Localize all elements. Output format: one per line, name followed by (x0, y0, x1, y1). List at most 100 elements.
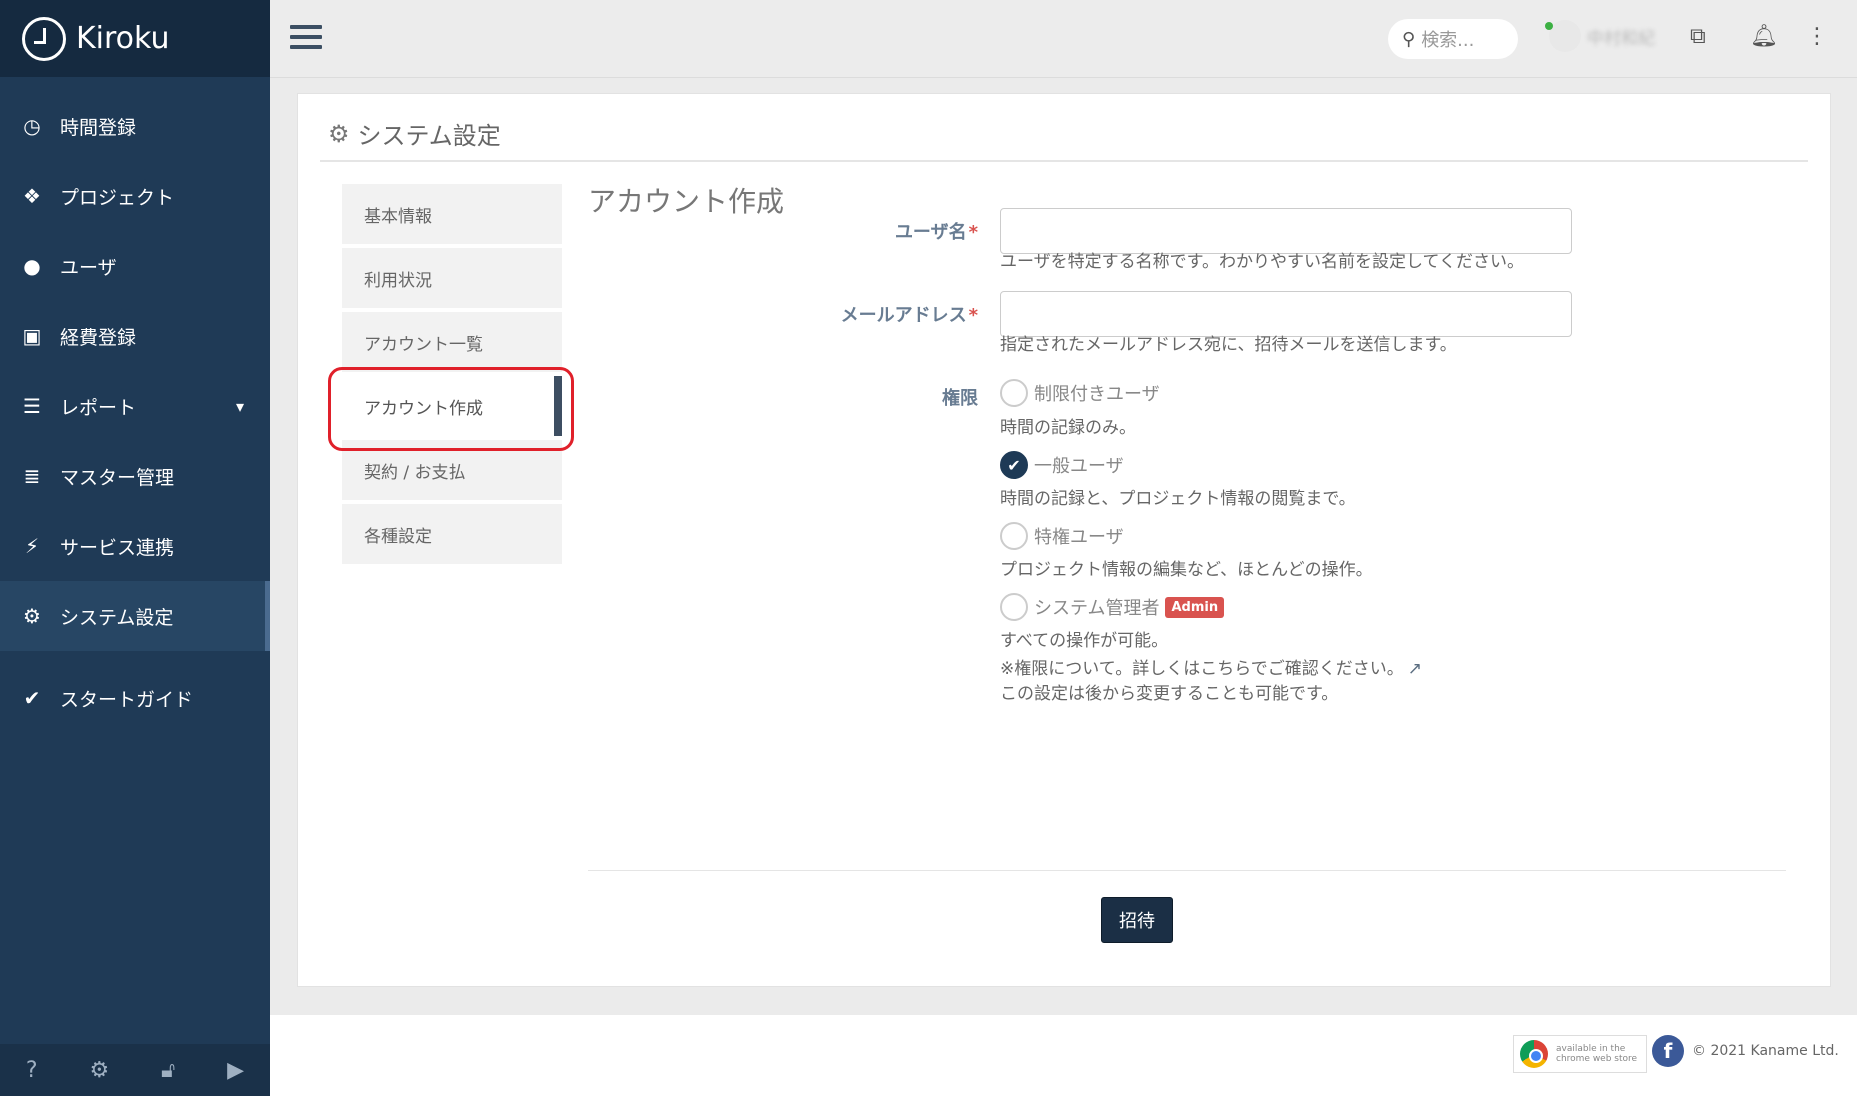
sidebar-item-label: プロジェクト (60, 186, 175, 209)
sidebar-item-project[interactable]: ❖ プロジェクト (0, 161, 270, 231)
cws-line1: available in the (1556, 1044, 1626, 1054)
username-label: ユーザ名 * (778, 218, 978, 244)
sidebar-item-system-settings[interactable]: ⚙ システム設定 (0, 581, 270, 651)
sidebar: Kiroku ◷ 時間登録 ❖ プロジェクト ● ユーザ ▣ 経費登録 ☰ レポ… (0, 0, 270, 1096)
admin-badge: Admin (1165, 596, 1225, 618)
search-icon: ⚲ (1402, 28, 1416, 50)
avatar (1549, 20, 1581, 52)
plug-icon: ⚡ (24, 534, 40, 558)
user-menu[interactable]: 中村和紀 (1545, 20, 1655, 52)
database-icon: ≣ (23, 464, 41, 488)
divider (320, 160, 1808, 162)
role-label: 権限 (942, 388, 978, 409)
news-icon[interactable]: ⧉ (1690, 24, 1706, 49)
sidebar-item-label: 時間登録 (60, 116, 137, 139)
role-desc: すべての操作が可能。 (1000, 631, 1169, 651)
subnav-item-account-list[interactable]: アカウント一覧 (342, 312, 562, 372)
role-note-line2: この設定は後から変更することも可能です。 (1000, 684, 1339, 704)
subnav-item-misc-settings[interactable]: 各種設定 (342, 504, 562, 564)
role-desc: プロジェクト情報の編集など、ほとんどの操作。 (1000, 560, 1373, 580)
cws-text: available in the chrome web store (1556, 1044, 1637, 1064)
subnav-label: 基本情報 (364, 206, 432, 227)
sidebar-item-label: スタートガイド (60, 688, 194, 711)
brand-name: Kiroku (76, 21, 170, 56)
sidebar-item-label: 経費登録 (60, 326, 137, 349)
brand[interactable]: Kiroku (0, 0, 270, 77)
chrome-logo-icon (1520, 1040, 1548, 1068)
required-mark: * (968, 222, 978, 243)
subnav-item-basic-info[interactable]: 基本情報 (342, 184, 562, 244)
train-icon: ▣ (22, 324, 42, 348)
online-status-dot (1545, 22, 1553, 30)
role-radio-restricted[interactable]: 制限付きユーザ (1000, 379, 1160, 407)
sidebar-item-user[interactable]: ● ユーザ (0, 231, 270, 301)
bell-icon[interactable]: 🔔︎ (1750, 24, 1778, 49)
menu-toggle-icon[interactable] (290, 25, 322, 51)
radio-checked-icon[interactable]: ✔ (1000, 451, 1028, 479)
sidebar-item-time-entry[interactable]: ◷ 時間登録 (0, 91, 270, 161)
subnav-label: アカウント一覧 (364, 334, 483, 355)
radio-button[interactable] (1000, 522, 1028, 550)
page-title-text: システム設定 (357, 122, 501, 150)
list-icon: ☰ (23, 394, 41, 418)
chevron-down-icon: ▾ (235, 396, 244, 416)
cws-line2: chrome web store (1556, 1054, 1638, 1064)
subnav-item-usage[interactable]: 利用状況 (342, 248, 562, 308)
clock-icon: ◷ (23, 114, 41, 138)
sidebar-footer: ? ⚙ 🔓︎ ▶ (0, 1044, 270, 1096)
role-option-label: システム管理者 (1034, 598, 1160, 619)
sidebar-item-master[interactable]: ≣ マスター管理 (0, 441, 270, 511)
radio-button[interactable] (1000, 379, 1028, 407)
top-header: ⚲ 検索... 中村和紀 ⧉ 🔔︎ ⋮ (270, 0, 1857, 78)
role-radio-privileged[interactable]: 特権ユーザ (1000, 522, 1124, 550)
sidebar-nav: ◷ 時間登録 ❖ プロジェクト ● ユーザ ▣ 経費登録 ☰ レポート ▾ ≣ … (0, 91, 270, 733)
username-help: ユーザを特定する名称です。わかりやすい名前を設定してください。 (1000, 252, 1524, 272)
sidebar-item-label: ユーザ (60, 256, 117, 279)
role-desc: 時間の記録と、プロジェクト情報の閲覧まで。 (1000, 489, 1356, 509)
chrome-web-store-badge[interactable]: available in the chrome web store (1513, 1035, 1647, 1073)
role-radio-general[interactable]: ✔ 一般ユーザ (1000, 451, 1124, 479)
role-radio-admin[interactable]: システム管理者 Admin (1000, 593, 1225, 621)
sidebar-item-expense[interactable]: ▣ 経費登録 (0, 301, 270, 371)
email-help: 指定されたメールアドレス宛に、招待メールを送信します。 (1000, 335, 1457, 355)
required-mark: * (968, 305, 978, 326)
help-icon[interactable]: ? (26, 1058, 38, 1083)
invite-button[interactable]: 招待 (1101, 897, 1173, 943)
footer: available in the chrome web store f © 20… (270, 1015, 1857, 1096)
gear-icon: ⚙ (328, 119, 350, 148)
sidebar-item-report[interactable]: ☰ レポート ▾ (0, 371, 270, 441)
sidebar-item-label: システム設定 (60, 606, 174, 629)
clock-logo-icon (22, 16, 66, 61)
divider (588, 870, 1786, 871)
radio-button[interactable] (1000, 593, 1028, 621)
user-icon: ● (23, 254, 41, 278)
more-vertical-icon[interactable]: ⋮ (1806, 24, 1828, 49)
sidebar-item-label: サービス連携 (60, 536, 175, 559)
check-icon: ✔ (23, 686, 41, 710)
external-link-icon[interactable]: ↗ (1408, 659, 1422, 679)
role-option-label: 特権ユーザ (1034, 527, 1124, 548)
sidebar-item-integration[interactable]: ⚡ サービス連携 (0, 511, 270, 581)
role-option-label: 制限付きユーザ (1034, 384, 1160, 405)
play-icon[interactable]: ▶ (227, 1058, 244, 1083)
page-title: ⚙ システム設定 (328, 116, 501, 151)
subnav-label: 契約 / お支払 (364, 462, 466, 483)
subnav-label: 各種設定 (364, 526, 432, 547)
lock-icon[interactable]: 🔓︎ (161, 1058, 175, 1083)
note-link-text[interactable]: ※権限について。詳しくはこちらでご確認ください。 (1000, 659, 1404, 679)
sidebar-item-start-guide[interactable]: ✔ スタートガイド (0, 663, 270, 733)
search-placeholder: 検索... (1421, 30, 1475, 51)
email-label-text: メールアドレス (840, 305, 967, 326)
email-label: メールアドレス * (778, 301, 978, 327)
main-panel: ⚙ システム設定 基本情報 利用状況 アカウント一覧 アカウント作成 契約 / … (297, 93, 1831, 987)
settings-gear-icon[interactable]: ⚙ (89, 1058, 109, 1083)
facebook-icon[interactable]: f (1652, 1035, 1684, 1067)
user-name: 中村和紀 (1587, 28, 1655, 49)
role-note-line1[interactable]: ※権限について。詳しくはこちらでご確認ください。 ↗ (1000, 657, 1422, 682)
search-input[interactable]: ⚲ 検索... (1388, 19, 1518, 59)
role-desc: 時間の記録のみ。 (1000, 418, 1136, 438)
subnav-label: 利用状況 (364, 270, 432, 291)
role-note: ※権限について。詳しくはこちらでご確認ください。 ↗ この設定は後から変更すること… (1000, 657, 1422, 707)
username-label-text: ユーザ名 (894, 222, 967, 243)
highlight-annotation (328, 367, 574, 451)
